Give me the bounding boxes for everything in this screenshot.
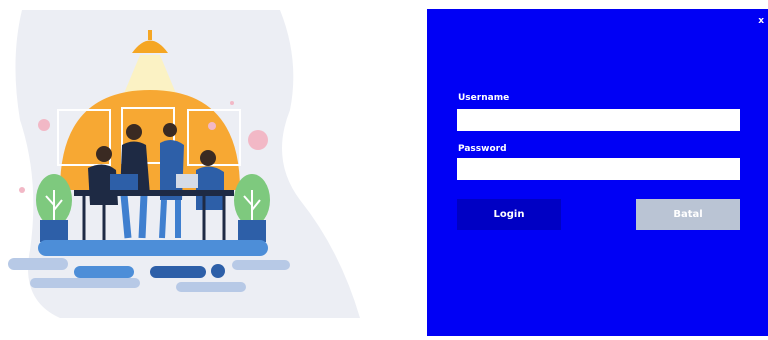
login-panel: x Username Password Login Batal [427, 9, 768, 336]
close-button[interactable]: x [758, 16, 764, 26]
team-meeting-illustration [0, 0, 360, 336]
username-input[interactable] [457, 109, 740, 131]
password-label: Password [458, 144, 507, 154]
login-button[interactable]: Login [457, 199, 561, 230]
cancel-button[interactable]: Batal [636, 199, 740, 230]
password-input[interactable] [457, 158, 740, 180]
illustration-svg [8, 10, 360, 318]
username-label: Username [458, 93, 510, 103]
